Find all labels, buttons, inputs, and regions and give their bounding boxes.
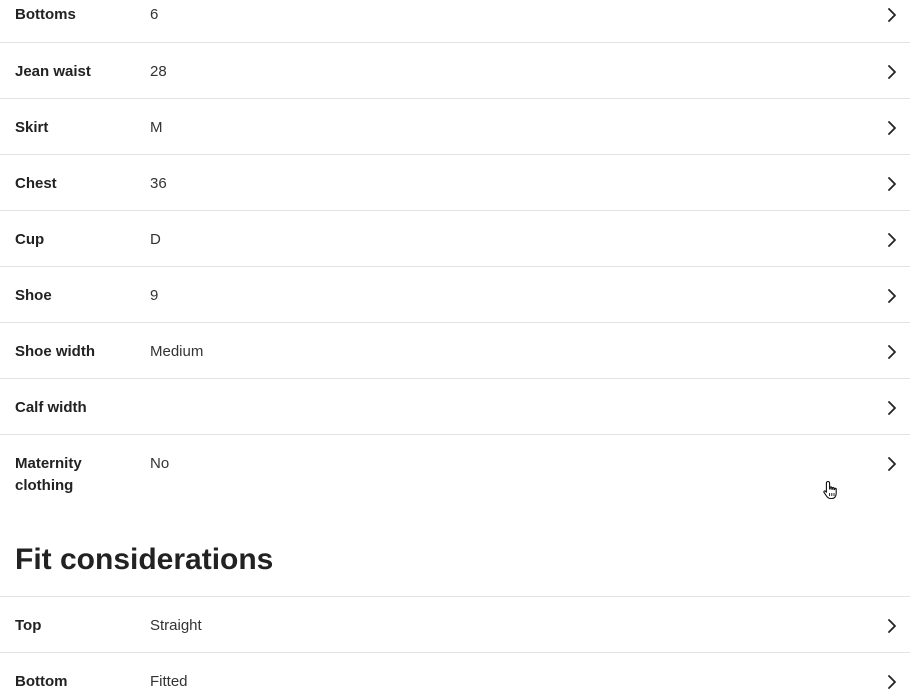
- row-value: Fitted: [150, 673, 188, 690]
- size-row-shoe-width[interactable]: Shoe width Medium: [0, 322, 910, 378]
- size-row-jean-waist[interactable]: Jean waist 28: [0, 42, 910, 98]
- row-label: Maternity clothing: [15, 455, 82, 494]
- fit-considerations-heading: Fit considerations: [15, 543, 274, 576]
- chevron-right-icon: [886, 618, 898, 634]
- profile-sizes-page: Bottoms 6 Jean waist 28 Skirt M Chest 36…: [0, 0, 910, 699]
- chevron-right-icon: [886, 7, 898, 23]
- row-label: Cup: [15, 231, 45, 248]
- size-list: Bottoms 6 Jean waist 28 Skirt M Chest 36…: [0, 0, 910, 510]
- chevron-right-icon: [886, 674, 898, 690]
- row-label: Shoe width: [15, 343, 95, 360]
- row-value: 28: [150, 63, 167, 80]
- row-label: Shoe: [15, 287, 52, 304]
- row-label: Bottoms: [15, 6, 76, 23]
- size-row-calf-width[interactable]: Calf width: [0, 378, 910, 434]
- chevron-right-icon: [886, 456, 898, 472]
- row-value: 6: [150, 6, 159, 23]
- chevron-right-icon: [886, 344, 898, 360]
- row-label: Top: [15, 617, 42, 634]
- chevron-right-icon: [886, 232, 898, 248]
- fit-row-top[interactable]: Top Straight: [0, 596, 910, 652]
- fit-row-bottom[interactable]: Bottom Fitted: [0, 652, 910, 699]
- chevron-right-icon: [886, 176, 898, 192]
- row-label: Chest: [15, 175, 57, 192]
- row-value: 9: [150, 287, 159, 304]
- row-label: Calf width: [15, 399, 87, 416]
- row-label: Bottom: [15, 673, 68, 690]
- chevron-right-icon: [886, 64, 898, 80]
- size-row-bottoms[interactable]: Bottoms 6: [0, 0, 910, 42]
- row-value: 36: [150, 175, 167, 192]
- row-label: Skirt: [15, 119, 49, 136]
- row-value: D: [150, 231, 161, 248]
- row-label: Jean waist: [15, 63, 91, 80]
- size-row-chest[interactable]: Chest 36: [0, 154, 910, 210]
- row-value: Medium: [150, 343, 204, 360]
- chevron-right-icon: [886, 400, 898, 416]
- size-row-skirt[interactable]: Skirt M: [0, 98, 910, 154]
- size-row-cup[interactable]: Cup D: [0, 210, 910, 266]
- size-row-shoe[interactable]: Shoe 9: [0, 266, 910, 322]
- row-value: Straight: [150, 617, 202, 634]
- size-row-maternity-clothing[interactable]: Maternity clothing No: [0, 434, 910, 510]
- chevron-right-icon: [886, 288, 898, 304]
- hand-pointer-cursor-icon: [822, 480, 840, 500]
- chevron-right-icon: [886, 120, 898, 136]
- row-value: M: [150, 119, 163, 136]
- row-value: No: [150, 455, 170, 472]
- fit-list: Top Straight Bottom Fitted: [0, 596, 910, 699]
